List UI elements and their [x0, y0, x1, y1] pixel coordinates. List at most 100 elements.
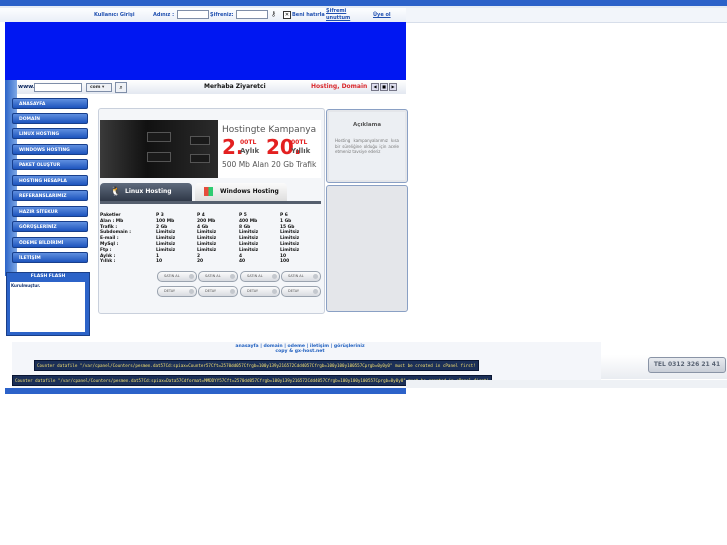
footer-links[interactable]: anasayfa | domain | odeme | iletişim | g… [0, 344, 600, 354]
cell: Limitsiz [239, 247, 259, 253]
menu-item-hosting-hesapla[interactable]: HOSTING HESAPLA [12, 175, 88, 186]
member-login-label: Kullanıcı Girişi [94, 12, 135, 18]
cell: Limitsiz [197, 241, 217, 247]
hosting-tabs: 🐧 Linux Hosting Windows Hosting [100, 183, 321, 204]
name-input[interactable] [177, 10, 209, 19]
detail-button-p5[interactable]: DETAY [240, 286, 280, 297]
tld-value: com [90, 85, 101, 90]
hosting-domain-text: Hosting, Domain [311, 83, 368, 90]
detail-button-p4[interactable]: DETAY [198, 286, 238, 297]
description-inner: Açıklama Hosting kampanyalarımız kısa bi… [329, 112, 405, 180]
cell: 100 [280, 259, 290, 265]
next-icon[interactable]: ▶ [389, 83, 397, 91]
key-icon[interactable]: ⚷ [271, 10, 279, 18]
remember-checkbox[interactable]: ✕ [283, 11, 291, 19]
forgot-password-link[interactable]: Şifremi [326, 8, 346, 14]
menu-item-windows-hosting[interactable]: WINDOWS HOSTING [12, 144, 88, 155]
cell: 40 [239, 259, 246, 265]
package-column-p6: P 6 1 Gb 15 Gb Limitsiz Limitsiz Limitsi… [280, 213, 299, 265]
side-box [326, 185, 408, 312]
server-rack-image [100, 120, 218, 178]
package-column-p3: P 3 100 Mb 2 Gb Limitsiz Limitsiz Limits… [156, 213, 175, 265]
cell: 200 Mb [197, 218, 216, 224]
row-label: Yıllık : [100, 259, 116, 265]
server-unit [190, 154, 210, 163]
phone-badge: TEL 0312 326 21 41 [648, 357, 726, 373]
password-input[interactable] [236, 10, 268, 19]
label-column: Paketler Alan : Mb Trafik : Subdomain : … [100, 213, 131, 265]
campaign-banner[interactable]: Hostingte Kampanya 2. 00TL Aylık 20. 00T… [100, 120, 321, 178]
flash-text: Kurulmuştur. [11, 283, 41, 288]
password-label: Şifreniz: [210, 12, 234, 18]
description-box: Açıklama Hosting kampanyalarımız kısa bi… [326, 109, 408, 183]
cell: 10 [156, 259, 163, 265]
www-prefix: www. [18, 84, 35, 90]
remember-label: Beni hatırla [292, 12, 325, 18]
cell: Limitsiz [280, 241, 300, 247]
cell: Limitsiz [239, 241, 259, 247]
price-2-decimal: 00TL [291, 139, 308, 146]
cell: 100 Mb [156, 218, 175, 224]
penguin-icon: 🐧 [110, 187, 122, 197]
flash-box: FLASH FLASH Kurulmuştur. [6, 272, 90, 336]
buy-button-p3[interactable]: SATIN AL [157, 271, 197, 282]
package-column-p4: P 4 200 Mb 4 Gb Limitsiz Limitsiz Limits… [197, 213, 216, 265]
campaign-subtitle: 500 Mb Alan 20 Gb Trafik [222, 160, 317, 169]
package-column-p5: P 5 400 Mb 8 Gb Limitsiz Limitsiz Limits… [239, 213, 258, 265]
description-text: Hosting kampanyalarımız kısa bir süreliğ… [335, 138, 399, 154]
tab-windows-hosting[interactable]: Windows Hosting [195, 183, 287, 201]
cell: 400 Mb [239, 218, 258, 224]
counter-error-1: Counter datafile "/var/cpanel/Counters/p… [34, 360, 479, 371]
menu-item-linux-hosting[interactable]: LINUX HOSTING [12, 128, 88, 139]
search-icon[interactable]: ⌕ [115, 82, 127, 93]
campaign-title: Hostingte Kampanya [222, 125, 317, 135]
forgot-password-link-2[interactable]: unuttum [326, 15, 350, 21]
buy-button-p5[interactable]: SATIN AL [240, 271, 280, 282]
flash-title: FLASH FLASH [30, 274, 66, 279]
tab-linux-hosting[interactable]: 🐧 Linux Hosting [100, 183, 192, 201]
tab-windows-label: Windows Hosting [220, 188, 279, 195]
menu-item-referanslarimiz[interactable]: REFERANSLARIMIZ [12, 190, 88, 201]
stop-icon[interactable]: ■ [380, 83, 388, 91]
name-label: Adınız : [153, 12, 175, 18]
description-title: Açıklama [352, 122, 382, 128]
server-unit [147, 132, 171, 142]
bottom-bar [5, 388, 406, 394]
footer-copyright: copy & gx-host.net [275, 349, 325, 354]
detail-button-p6[interactable]: DETAY [281, 286, 321, 297]
tab-underline [100, 201, 321, 204]
menu-item-domain[interactable]: DOMAİN [12, 113, 88, 124]
server-unit [190, 136, 210, 145]
menu-item-iletisim[interactable]: İLETİŞİM [12, 252, 88, 263]
package-table: Paketler Alan : Mb Trafik : Subdomain : … [100, 213, 321, 273]
cell: Limitsiz [156, 247, 176, 253]
greeting-text: Merhaba Ziyaretci [204, 83, 266, 90]
prev-icon[interactable]: ◀ [371, 83, 379, 91]
period-1: Aylık [240, 147, 260, 155]
cell: Limitsiz [156, 241, 176, 247]
login-row-right [406, 8, 727, 23]
detail-button-p3[interactable]: DETAY [157, 286, 197, 297]
tld-select[interactable]: com ▾ [86, 83, 112, 92]
domain-search-input[interactable] [34, 83, 82, 92]
buy-button-p6[interactable]: SATIN AL [281, 271, 321, 282]
menu-item-odeme-bildirimi[interactable]: ÖDEME BİLDİRİMİ [12, 237, 88, 248]
register-link[interactable]: Üye ol [373, 12, 391, 18]
cell: Limitsiz [280, 247, 300, 253]
footer-right-strip [406, 380, 727, 388]
menu-item-paket-olustur[interactable]: PAKET OLUŞTUR [12, 159, 88, 170]
buy-button-p4[interactable]: SATIN AL [198, 271, 238, 282]
server-unit [147, 152, 171, 162]
login-row: Kullanıcı Girişi Adınız : Şifreniz: ⚷ ✕ … [0, 8, 406, 22]
cell: Limitsiz [197, 247, 217, 253]
menu-item-gorusleriniz[interactable]: GÖRÜŞLERİNİZ [12, 221, 88, 232]
menu-item-anasayfa[interactable]: ANASAYFA [12, 98, 88, 109]
menu-item-hazir-sitekur[interactable]: HAZIR SİTEKUR [12, 206, 88, 217]
tab-linux-label: Linux Hosting [125, 188, 172, 195]
cell: 20 [197, 259, 204, 265]
windows-icon [204, 187, 213, 196]
period-2: Yıllık [291, 147, 311, 155]
price-1-decimal: 00TL [240, 139, 257, 146]
header-banner [5, 22, 406, 80]
flash-content: Kurulmuştur. [10, 282, 85, 332]
